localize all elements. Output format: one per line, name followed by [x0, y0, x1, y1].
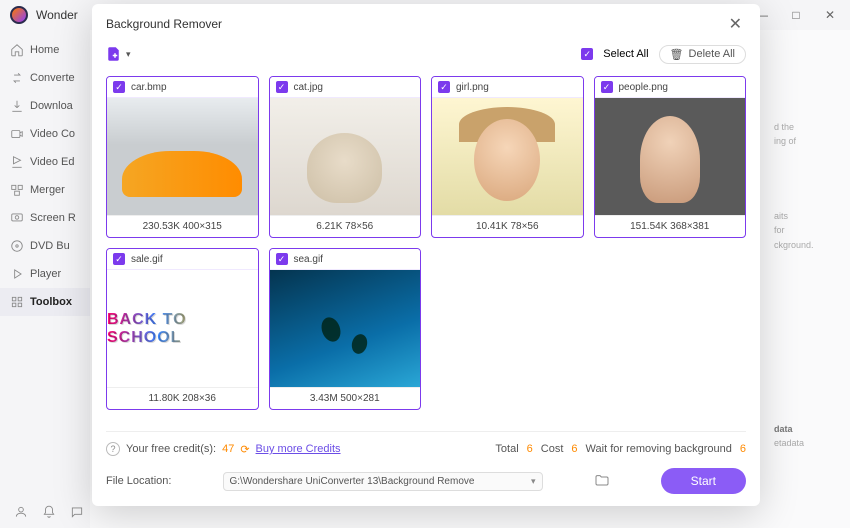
- status-icons: [14, 505, 84, 524]
- file-thumbnail: [107, 98, 258, 215]
- file-card[interactable]: ✓ sale.gif BACK TO SCHOOL 11.80K 208×36: [106, 248, 259, 410]
- chevron-down-icon: ▾: [531, 476, 536, 487]
- file-name: sea.gif: [294, 254, 323, 265]
- total-label: Total: [495, 443, 518, 455]
- sidebar-item-label: Screen R: [30, 212, 76, 224]
- sidebar-item-label: Merger: [30, 184, 65, 196]
- modal-title: Background Remover: [106, 17, 222, 31]
- delete-all-label: Delete All: [689, 48, 735, 60]
- bell-icon[interactable]: [42, 505, 56, 524]
- merger-icon: [10, 183, 24, 197]
- file-checkbox[interactable]: ✓: [276, 253, 288, 265]
- file-info: 151.54K 368×381: [595, 215, 746, 237]
- close-icon[interactable]: ✕: [725, 14, 746, 34]
- add-files-button[interactable]: ▾: [106, 45, 131, 63]
- sidebar-item-screen[interactable]: Screen R: [0, 204, 90, 232]
- dvd-icon: [10, 239, 24, 253]
- file-name: girl.png: [456, 82, 489, 93]
- file-name: sale.gif: [131, 254, 163, 265]
- toolbox-icon: [10, 295, 24, 309]
- user-icon[interactable]: [14, 505, 28, 524]
- file-checkbox[interactable]: ✓: [113, 253, 125, 265]
- sidebar-item-videoe[interactable]: Video Ed: [0, 148, 90, 176]
- sale-banner-text: BACK TO SCHOOL: [107, 311, 258, 347]
- cost-label: Cost: [541, 443, 564, 455]
- sidebar-item-label: Toolbox: [30, 296, 72, 308]
- file-card[interactable]: ✓ girl.png 10.41K 78×56: [431, 76, 584, 238]
- file-info: 10.41K 78×56: [432, 215, 583, 237]
- file-thumbnail: [270, 270, 421, 387]
- file-info: 3.43M 500×281: [270, 387, 421, 409]
- sidebar-item-label: DVD Bu: [30, 240, 70, 252]
- buy-credits-link[interactable]: Buy more Credits: [256, 443, 341, 455]
- sidebar-item-label: Converte: [30, 72, 75, 84]
- sidebar-item-label: Video Co: [30, 128, 75, 140]
- credits-count: 47: [222, 443, 234, 455]
- file-card[interactable]: ✓ people.png 151.54K 368×381: [594, 76, 747, 238]
- file-card[interactable]: ✓ sea.gif 3.43M 500×281: [269, 248, 422, 410]
- file-card[interactable]: ✓ cat.jpg 6.21K 78×56: [269, 76, 422, 238]
- file-thumbnail: BACK TO SCHOOL: [107, 270, 258, 387]
- file-location-label: File Location:: [106, 475, 171, 487]
- file-checkbox[interactable]: ✓: [438, 81, 450, 93]
- wait-value: 6: [740, 443, 746, 455]
- background-remover-modal: Background Remover ✕ ▾ ✓ Select All 🗑 De…: [92, 4, 760, 506]
- folder-icon[interactable]: [594, 473, 610, 489]
- file-name: cat.jpg: [294, 82, 323, 93]
- screen-icon: [10, 211, 24, 225]
- player-icon: [10, 267, 24, 281]
- close-button[interactable]: ✕: [820, 8, 840, 22]
- sidebar-item-label: Home: [30, 44, 59, 56]
- app-title: Wonder: [36, 8, 78, 22]
- message-icon[interactable]: [70, 505, 84, 524]
- background-text: d the ing of aits for ckground. data eta…: [774, 120, 844, 451]
- sidebar-item-videoc[interactable]: Video Co: [0, 120, 90, 148]
- home-icon: [10, 43, 24, 57]
- sidebar-item-home[interactable]: Home: [0, 36, 90, 64]
- delete-all-button[interactable]: 🗑 Delete All: [659, 45, 746, 64]
- convert-icon: [10, 71, 24, 85]
- refresh-icon[interactable]: ⟳: [240, 443, 249, 456]
- file-info: 11.80K 208×36: [107, 387, 258, 409]
- sidebar-item-merger[interactable]: Merger: [0, 176, 90, 204]
- maximize-button[interactable]: □: [786, 8, 806, 22]
- sidebar-item-download[interactable]: Downloa: [0, 92, 90, 120]
- help-icon[interactable]: ?: [106, 442, 120, 456]
- trash-icon: 🗑: [670, 48, 684, 61]
- credits-label: Your free credit(s):: [126, 443, 216, 455]
- sidebar-item-label: Video Ed: [30, 156, 74, 168]
- file-checkbox[interactable]: ✓: [601, 81, 613, 93]
- file-grid: ✓ car.bmp 230.53K 400×315 ✓ cat.jpg 6.21…: [106, 76, 746, 421]
- total-value: 6: [527, 443, 533, 455]
- wait-label: Wait for removing background: [586, 443, 732, 455]
- file-name: people.png: [619, 82, 669, 93]
- file-location-value: G:\Wondershare UniConverter 13\Backgroun…: [230, 476, 475, 487]
- chevron-down-icon: ▾: [126, 49, 131, 60]
- videoe-icon: [10, 155, 24, 169]
- start-button[interactable]: Start: [661, 468, 746, 494]
- file-info: 230.53K 400×315: [107, 215, 258, 237]
- cost-value: 6: [571, 443, 577, 455]
- download-icon: [10, 99, 24, 113]
- app-logo-icon: [10, 6, 28, 24]
- file-name: car.bmp: [131, 82, 167, 93]
- sidebar-item-dvd[interactable]: DVD Bu: [0, 232, 90, 260]
- file-checkbox[interactable]: ✓: [276, 81, 288, 93]
- sidebar-item-label: Player: [30, 268, 61, 280]
- file-thumbnail: [595, 98, 746, 215]
- sidebar-item-label: Downloa: [30, 100, 73, 112]
- file-info: 6.21K 78×56: [270, 215, 421, 237]
- videoc-icon: [10, 127, 24, 141]
- sidebar: Home Converte Downloa Video Co Video Ed Merge…: [0, 30, 90, 528]
- file-card[interactable]: ✓ car.bmp 230.53K 400×315: [106, 76, 259, 238]
- sidebar-item-convert[interactable]: Converte: [0, 64, 90, 92]
- select-all-label: Select All: [603, 48, 648, 60]
- file-checkbox[interactable]: ✓: [113, 81, 125, 93]
- sidebar-item-player[interactable]: Player: [0, 260, 90, 288]
- sidebar-item-toolbox[interactable]: Toolbox: [0, 288, 90, 316]
- select-all-checkbox[interactable]: ✓: [581, 48, 593, 60]
- file-location-select[interactable]: G:\Wondershare UniConverter 13\Backgroun…: [223, 472, 543, 491]
- file-thumbnail: [270, 98, 421, 215]
- file-thumbnail: [432, 98, 583, 215]
